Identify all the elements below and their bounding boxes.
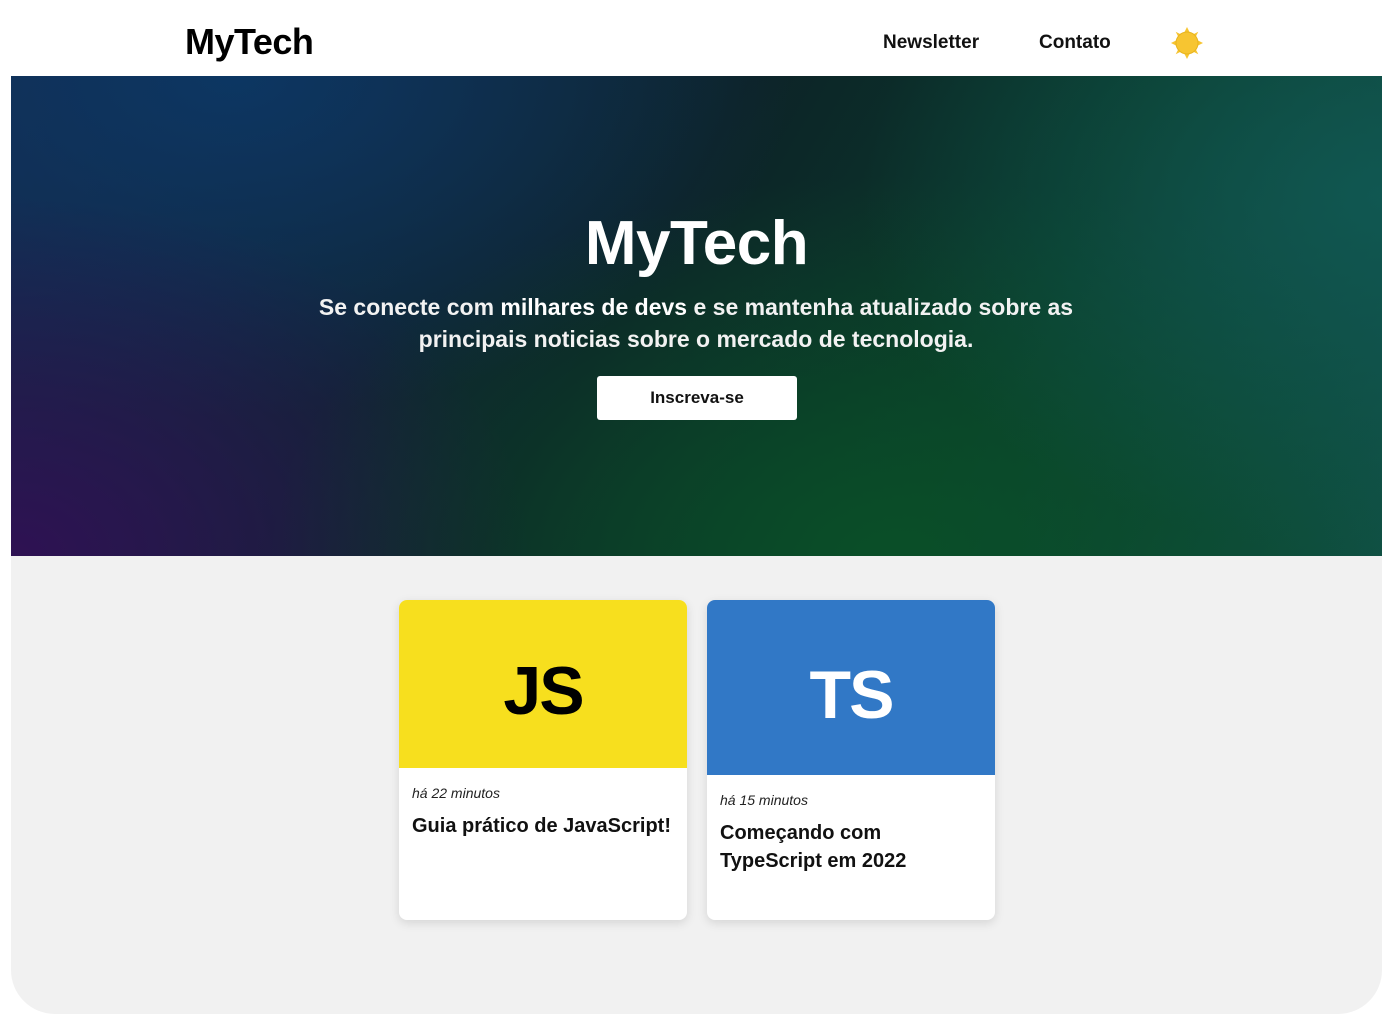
hero-subtitle: Se conecte com milhares de devs e se man…: [296, 291, 1096, 355]
article-title[interactable]: Guia prático de JavaScript!: [412, 812, 678, 840]
hero-subtitle-start: Se conecte com: [318, 294, 501, 320]
javascript-logo-image: JS: [399, 600, 687, 768]
theme-toggle-button[interactable]: [1170, 26, 1204, 60]
sun-icon: [1171, 27, 1203, 59]
article-timestamp: há 15 minutos: [720, 792, 808, 808]
site-header: MyTech Newsletter Contato: [0, 0, 1392, 76]
hero-banner: MyTech Se conecte com milhares de devs e…: [11, 76, 1382, 556]
hero-subtitle-highlight: milhares de devs: [500, 294, 688, 320]
typescript-logo-text: TS: [809, 656, 895, 733]
javascript-logo-text: JS: [503, 653, 584, 729]
article-card-typescript[interactable]: TS há 15 minutos Começando com TypeScrip…: [707, 600, 995, 920]
typescript-logo-image: TS: [707, 600, 995, 775]
nav-link-newsletter[interactable]: Newsletter: [883, 31, 979, 55]
nav-link-contato[interactable]: Contato: [1039, 31, 1111, 55]
article-timestamp: há 22 minutos: [412, 785, 500, 801]
article-card-javascript[interactable]: JS há 22 minutos Guia prático de JavaScr…: [399, 600, 687, 920]
site-logo[interactable]: MyTech: [185, 20, 314, 64]
hero-title: MyTech: [584, 209, 809, 278]
article-title[interactable]: Começando com TypeScript em 2022: [720, 819, 986, 875]
subscribe-button[interactable]: Inscreva-se: [597, 376, 797, 420]
articles-section: JS há 22 minutos Guia prático de JavaScr…: [11, 556, 1382, 1014]
